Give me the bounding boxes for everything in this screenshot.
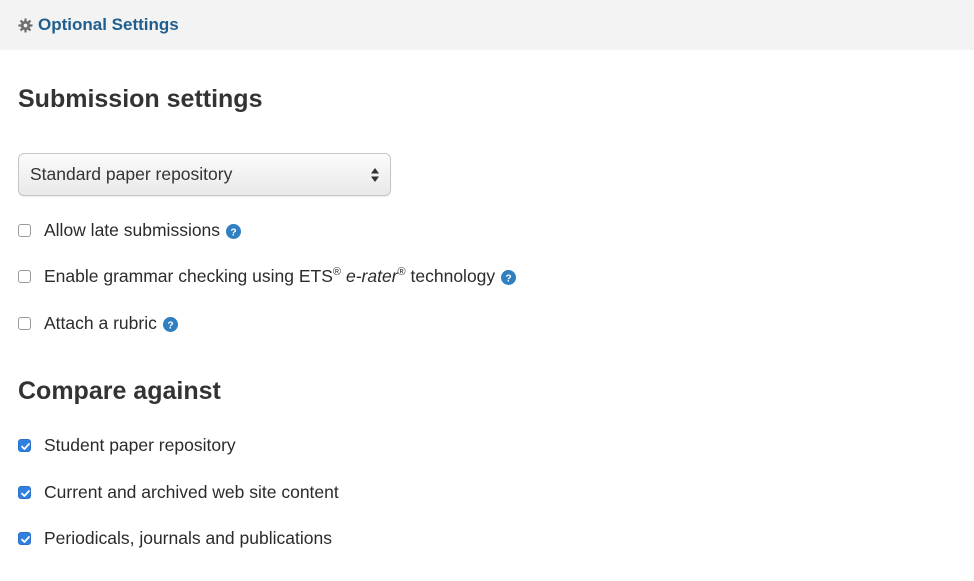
allow-late-submissions-checkbox[interactable] [18,224,31,237]
erater-label: e-rater [346,266,398,286]
student-paper-repository-label: Student paper repository [44,435,236,455]
web-site-content-checkbox[interactable] [18,486,31,499]
option-grammar-checking: Enable grammar checking using ETS® e-rate… [18,266,517,287]
help-icon[interactable]: ? [501,269,517,285]
allow-late-submissions-label: Allow late submissions [44,220,221,240]
optional-settings-toggle[interactable]: Optional Settings [18,15,179,35]
attach-rubric-label: Attach a rubric [44,313,157,333]
web-site-content-label: Current and archived web site content [44,482,339,502]
help-icon[interactable]: ? [162,316,178,332]
help-icon[interactable]: ? [226,223,242,239]
grammar-checking-label: Enable grammar checking using ETS® e-rate… [44,266,495,287]
repository-select-value: Standard paper repository [30,164,233,184]
select-arrows-icon [369,166,381,184]
optional-settings-label: Optional Settings [38,15,179,34]
periodicals-checkbox[interactable] [18,532,31,545]
option-allow-late-submissions: Allow late submissions ? [18,220,242,241]
option-student-paper-repository: Student paper repository [18,435,236,456]
attach-rubric-checkbox[interactable] [18,317,31,330]
repository-select[interactable]: Standard paper repository [18,153,391,196]
option-web-site-content: Current and archived web site content [18,482,339,503]
svg-text:?: ? [506,273,512,284]
checkmark-icon [21,536,30,543]
student-paper-repository-checkbox[interactable] [18,439,31,452]
periodicals-label: Periodicals, journals and publications [44,528,332,548]
checkmark-icon [21,443,30,450]
registered-mark: ® [332,266,341,279]
compare-against-heading: Compare against [18,377,221,405]
svg-text:?: ? [230,227,236,238]
grammar-label-prefix: Enable grammar checking using ETS [44,266,333,286]
grammar-checking-checkbox[interactable] [18,270,31,283]
grammar-label-suffix: technology [405,266,496,286]
optional-settings-bar: Optional Settings [0,0,974,50]
gear-icon [18,17,33,33]
option-periodicals: Periodicals, journals and publications [18,528,332,549]
option-attach-rubric: Attach a rubric ? [18,313,178,334]
svg-text:?: ? [167,320,173,331]
registered-mark: ® [397,266,406,279]
checkmark-icon [21,490,30,497]
submission-settings-heading: Submission settings [18,85,263,113]
